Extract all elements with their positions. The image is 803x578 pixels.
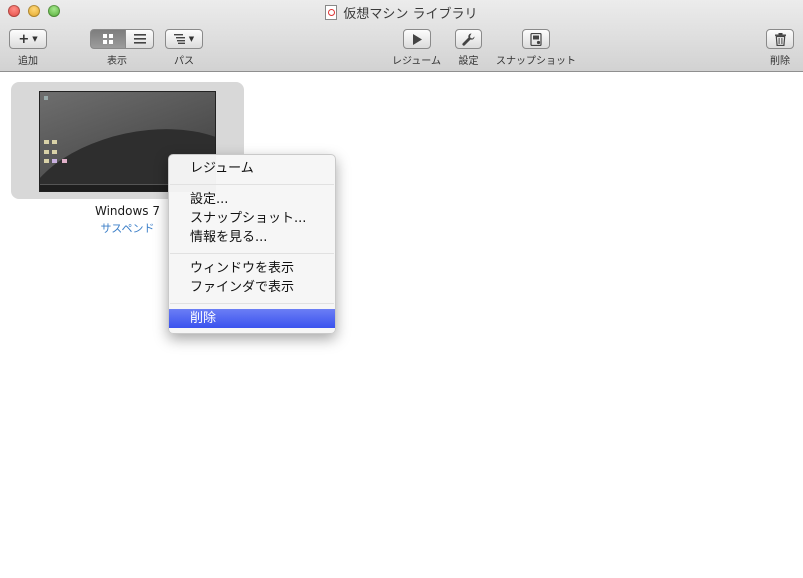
play-icon (412, 33, 422, 45)
desktop-icon (52, 150, 57, 154)
chevron-down-icon: ▼ (188, 35, 195, 43)
desktop-icon (44, 140, 49, 144)
path-label: パス (174, 56, 194, 67)
add-label: 追加 (18, 56, 38, 67)
window-title-bar: 仮想マシン ライブラリ (0, 3, 803, 22)
window-title: 仮想マシン ライブラリ (343, 7, 478, 22)
toolbar-add: + ▼ 追加 (9, 29, 47, 67)
menu-item-show-in-finder[interactable]: ファインダで表示 (169, 278, 335, 297)
settings-label: 設定 (458, 56, 479, 67)
desktop-icon (52, 159, 57, 163)
trash-icon (774, 32, 786, 46)
plus-icon: + (18, 31, 30, 47)
desktop-icon (52, 140, 57, 144)
toolbar-delete: 削除 (766, 29, 794, 67)
desktop-icon (62, 159, 67, 163)
view-segmented-control (90, 29, 154, 49)
path-list-icon (173, 34, 185, 44)
toolbar-path: ▼ パス (165, 29, 203, 67)
settings-button[interactable] (455, 29, 482, 49)
resume-label: レジューム (392, 56, 441, 67)
view-label: 表示 (107, 56, 127, 67)
menu-separator (170, 303, 334, 304)
desktop-icon (44, 150, 49, 154)
menu-item-show-window[interactable]: ウィンドウを表示 (169, 259, 335, 278)
menu-separator (170, 184, 334, 185)
snapshot-icon (530, 32, 542, 46)
menu-separator (170, 253, 334, 254)
add-button[interactable]: + ▼ (9, 29, 47, 49)
grid-view-button[interactable] (90, 29, 126, 49)
snapshot-button[interactable] (522, 29, 550, 49)
toolbar-view: 表示 (90, 29, 154, 67)
menu-item-get-info[interactable]: 情報を見る... (169, 228, 335, 247)
desktop-icon (44, 96, 48, 100)
delete-label: 削除 (770, 56, 790, 67)
snapshot-label: スナップショット (496, 56, 576, 67)
menu-item-snapshot[interactable]: スナップショット... (169, 209, 335, 228)
title-toolbar-area: 仮想マシン ライブラリ + ▼ 追加 表示 ▼ パス レジューム 設定 スナップ… (0, 0, 803, 72)
menu-item-resume[interactable]: レジューム (169, 159, 335, 178)
document-icon (325, 5, 338, 20)
delete-button[interactable] (766, 29, 794, 49)
context-menu: レジューム 設定... スナップショット... 情報を見る... ウィンドウを表… (168, 154, 336, 334)
path-button[interactable]: ▼ (165, 29, 203, 49)
desktop-icon (44, 159, 49, 163)
grid-icon (103, 34, 113, 44)
toolbar-snapshot: スナップショット (491, 29, 581, 67)
resume-button[interactable] (402, 29, 431, 49)
menu-item-settings[interactable]: 設定... (169, 190, 335, 209)
toolbar-settings: 設定 (455, 29, 482, 67)
list-icon (133, 34, 146, 44)
list-view-button[interactable] (126, 29, 154, 49)
chevron-down-icon: ▼ (32, 35, 38, 43)
wrench-icon (462, 32, 475, 46)
toolbar-resume: レジューム (390, 29, 443, 67)
menu-item-delete[interactable]: 削除 (169, 309, 335, 328)
vm-library-window: 仮想マシン ライブラリ + ▼ 追加 表示 ▼ パス レジューム 設定 スナップ… (0, 0, 803, 578)
